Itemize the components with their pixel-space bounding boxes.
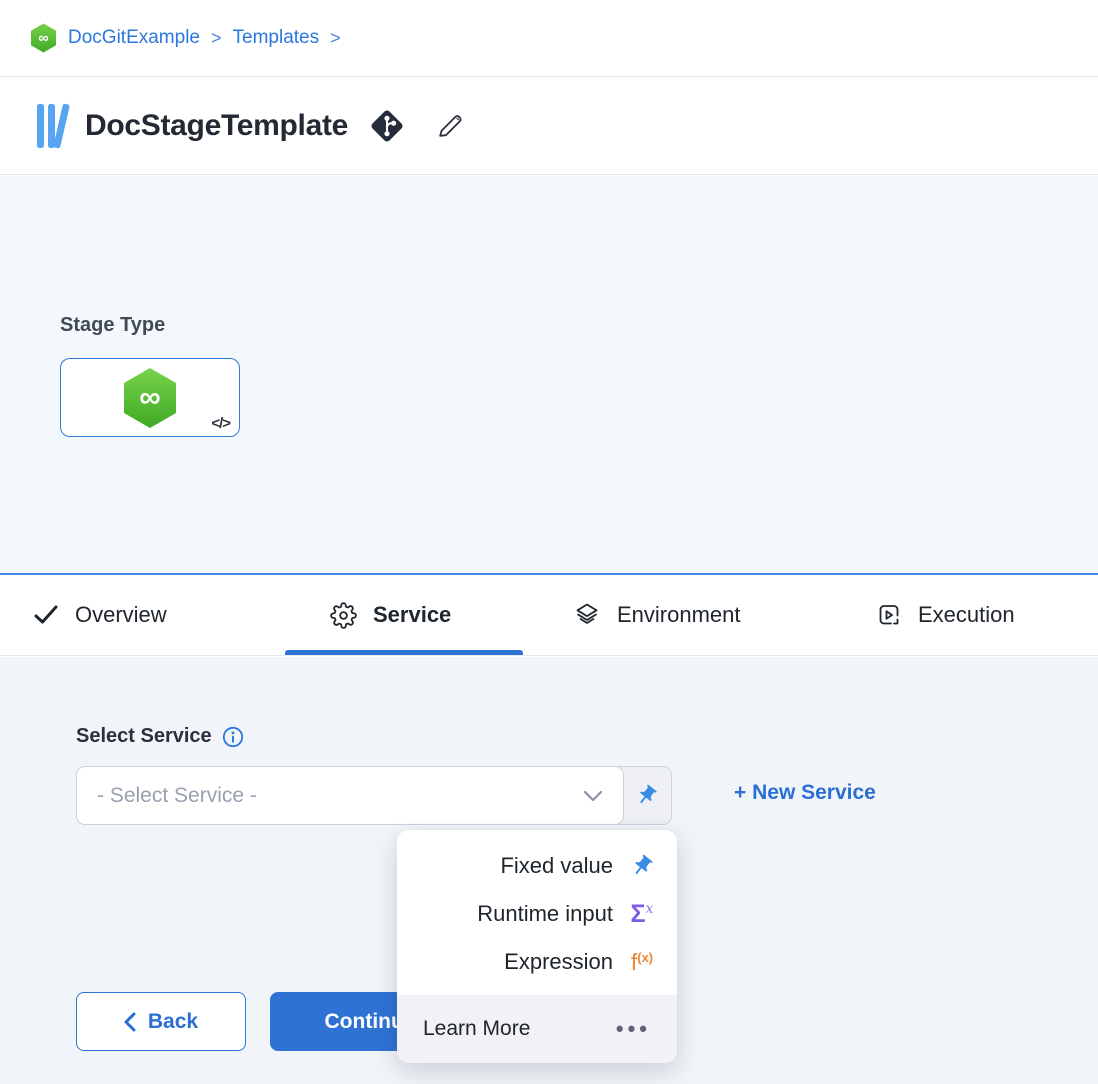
svg-text:∞: ∞ (139, 381, 160, 414)
stage-template-page: ∞ DocGitExample > Templates > DocStageTe… (0, 0, 1098, 1084)
back-button-label: Back (148, 1010, 198, 1034)
breadcrumb: ∞ DocGitExample > Templates > (0, 0, 1098, 77)
chevron-down-icon (583, 790, 603, 802)
menu-item-label: Fixed value (500, 853, 613, 879)
menu-item-expression[interactable]: Expression f(x) (397, 938, 677, 986)
back-button[interactable]: Back (76, 992, 246, 1051)
git-remote-badge-icon (367, 106, 407, 146)
code-icon: </> (211, 415, 230, 432)
breadcrumb-templates-link[interactable]: Templates (233, 27, 320, 49)
input-type-menu: Fixed value Runtime input Σx Expression … (397, 830, 677, 1063)
page-title: DocStageTemplate (85, 109, 348, 143)
menu-item-label: Runtime input (477, 901, 613, 927)
harness-ci-logo-icon: ∞ (30, 23, 57, 53)
chevron-left-icon (124, 1012, 136, 1032)
breadcrumb-separator: > (211, 28, 222, 49)
pin-icon (630, 779, 662, 811)
menu-item-fixed-value[interactable]: Fixed value (397, 842, 677, 890)
tab-execution[interactable]: Execution (876, 575, 1015, 655)
service-select-placeholder: - Select Service - (97, 784, 583, 808)
check-icon (33, 602, 59, 628)
input-type-menu-items: Fixed value Runtime input Σx Expression … (397, 830, 677, 986)
sigma-x-icon: Σx (627, 902, 657, 927)
stage-type-label: Stage Type (60, 314, 165, 337)
stage-type-card-ci[interactable]: ∞ </> (60, 358, 240, 437)
tab-service[interactable]: Service (330, 575, 451, 655)
pin-icon (623, 847, 661, 884)
stage-tab-bar: Overview Service Environment Execution (0, 573, 1098, 656)
svg-text:∞: ∞ (38, 30, 48, 46)
menu-item-label: Expression (504, 949, 613, 975)
breadcrumb-separator: > (330, 28, 341, 49)
breadcrumb-project-link[interactable]: DocGitExample (68, 27, 200, 49)
tab-label: Execution (918, 602, 1015, 628)
pencil-icon (434, 110, 466, 142)
title-bar: DocStageTemplate (0, 78, 1098, 175)
fx-icon: f(x) (627, 951, 657, 974)
service-select-widget: - Select Service - (76, 766, 672, 825)
tab-label: Overview (75, 602, 167, 628)
template-library-icon (36, 102, 70, 150)
gear-icon (330, 602, 357, 629)
harness-ci-logo-icon: ∞ (122, 367, 178, 429)
tab-label: Environment (617, 602, 741, 628)
tab-label: Service (373, 602, 451, 628)
active-tab-indicator (285, 650, 523, 655)
menu-item-runtime-input[interactable]: Runtime input Σx (397, 890, 677, 938)
tab-environment[interactable]: Environment (573, 575, 741, 655)
select-service-label-row: Select Service (76, 725, 244, 748)
input-type-pin-button[interactable] (622, 767, 671, 824)
new-service-button[interactable]: + New Service (734, 781, 876, 805)
learn-more-link[interactable]: Learn More (423, 1017, 530, 1041)
input-type-menu-footer: Learn More ••• (397, 995, 677, 1063)
service-select-dropdown[interactable]: - Select Service - (76, 766, 624, 825)
tab-overview[interactable]: Overview (33, 575, 167, 655)
layers-icon (573, 601, 601, 629)
select-service-label: Select Service (76, 725, 212, 748)
stage-type-section: Stage Type ∞ </> (0, 176, 1098, 573)
more-options-dots-icon[interactable]: ••• (616, 1016, 651, 1042)
info-icon[interactable] (222, 726, 244, 748)
edit-title-button[interactable] (434, 110, 466, 142)
play-box-icon (876, 602, 902, 628)
